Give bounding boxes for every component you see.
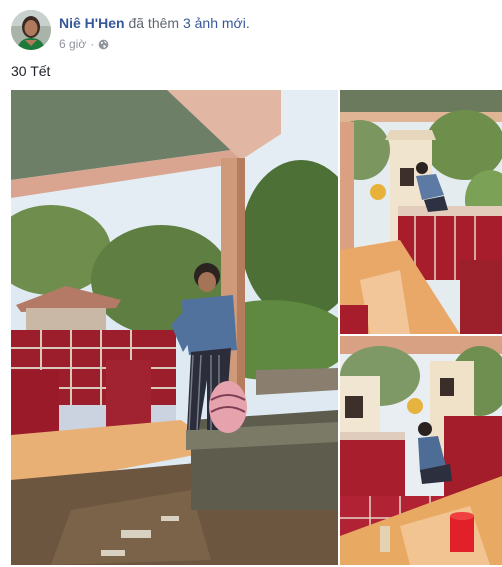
separator-dot: · (90, 37, 95, 51)
author-avatar[interactable] (11, 10, 51, 50)
action-text: đã thêm (128, 15, 180, 31)
photo-top-right-image (340, 90, 502, 334)
globe-icon[interactable] (98, 39, 109, 50)
author-name[interactable]: Niê H'Hen (59, 15, 125, 31)
photo-main-image (11, 90, 338, 565)
photo-grid (11, 90, 502, 567)
photo-top-right[interactable] (340, 90, 502, 334)
post-subline: 6 giờ · (59, 36, 479, 52)
post-meta: Niê H'Hen đã thêm 3 ảnh mới. 6 giờ · (59, 14, 479, 52)
avatar-image (11, 10, 51, 50)
photos-link[interactable]: 3 ảnh mới. (183, 15, 250, 31)
post-text: 30 Tết (11, 63, 51, 79)
photo-bottom-right[interactable] (340, 336, 502, 565)
photo-bottom-right-image (340, 336, 502, 565)
post-header: Niê H'Hen đã thêm 3 ảnh mới. 6 giờ · (11, 10, 491, 54)
post-title-line: Niê H'Hen đã thêm 3 ảnh mới. (59, 14, 479, 32)
feed-post: Niê H'Hen đã thêm 3 ảnh mới. 6 giờ · 30 … (0, 0, 502, 567)
photo-main[interactable] (11, 90, 338, 565)
post-timestamp[interactable]: 6 giờ (59, 36, 86, 52)
